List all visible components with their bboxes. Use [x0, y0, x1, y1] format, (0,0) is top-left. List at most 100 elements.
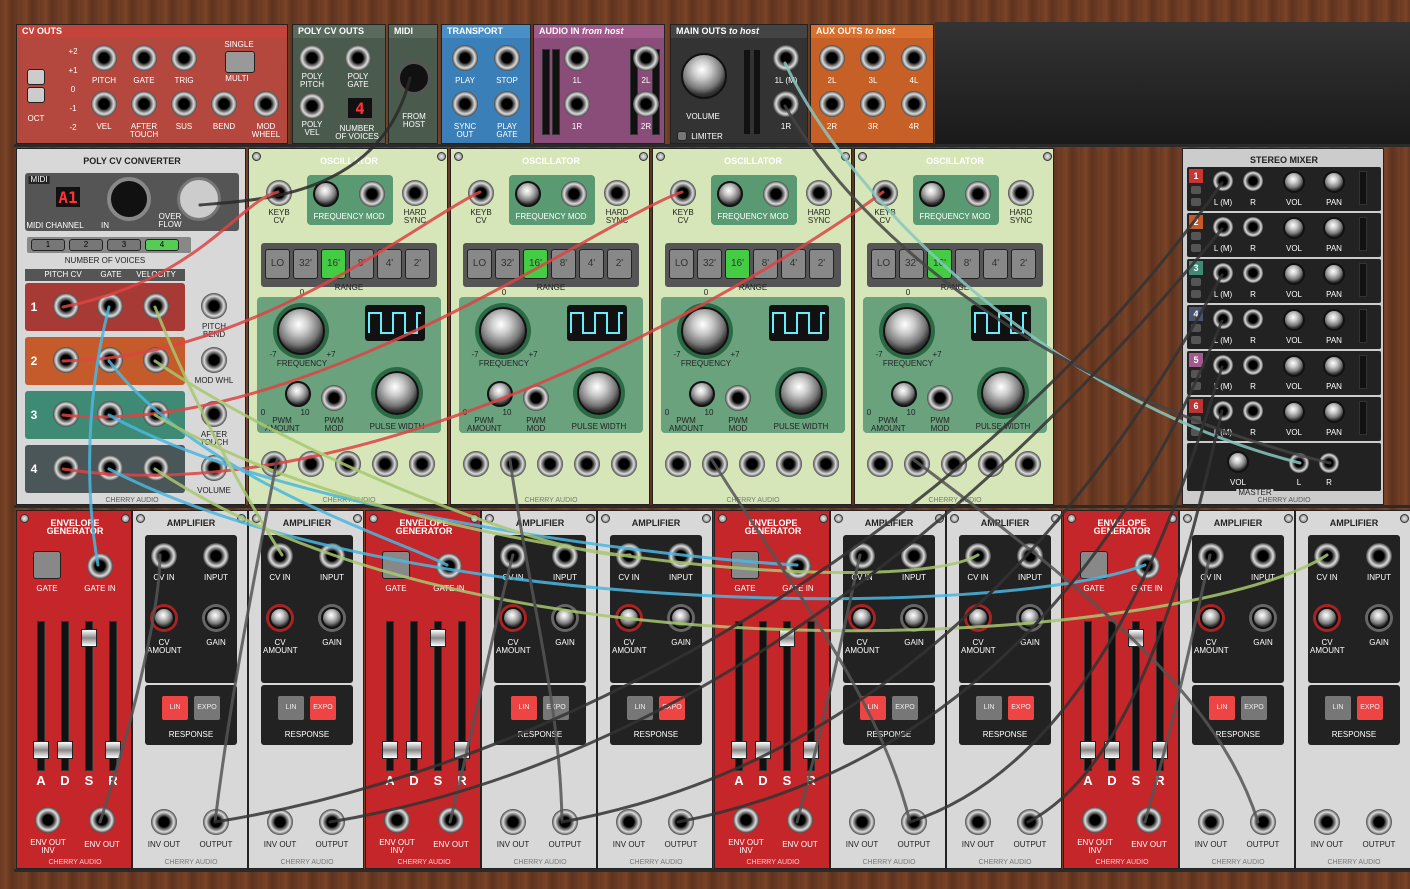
amp-cv-in-jack[interactable] — [1198, 543, 1224, 569]
mixer-pan-knob[interactable] — [1323, 217, 1345, 239]
solo-button[interactable] — [1190, 289, 1202, 299]
gate-in-jack[interactable] — [87, 553, 113, 579]
mixer-left-jack[interactable] — [1213, 263, 1233, 283]
voice-4-gate-jack[interactable] — [97, 455, 123, 481]
range-button[interactable]: 4' — [579, 249, 604, 279]
mixer-vol-knob[interactable] — [1283, 401, 1305, 423]
pwm-mod-jack[interactable] — [725, 385, 751, 411]
pitch-jack[interactable] — [91, 45, 117, 71]
wave-out-jack[interactable] — [409, 451, 435, 477]
mixer-left-jack[interactable] — [1213, 401, 1233, 421]
master-vol-knob[interactable] — [1227, 451, 1249, 473]
gate-button[interactable] — [33, 551, 61, 579]
wave-out-jack[interactable] — [372, 451, 398, 477]
expo-button[interactable]: EXPO — [1240, 695, 1268, 721]
gain-knob[interactable] — [321, 607, 343, 629]
solo-button[interactable] — [1190, 381, 1202, 391]
after-touch-jack[interactable] — [201, 401, 227, 427]
freq-mod-knob[interactable] — [717, 181, 743, 207]
solo-button[interactable] — [1190, 427, 1202, 437]
multi-label[interactable]: MULTI — [225, 75, 248, 83]
amp-output-jack[interactable] — [1017, 809, 1043, 835]
mixer-right-jack[interactable] — [1243, 309, 1263, 329]
wave-out-jack[interactable] — [1015, 451, 1041, 477]
mixer-right-jack[interactable] — [1243, 217, 1263, 237]
lin-button[interactable]: LIN — [1208, 695, 1236, 721]
pwm-mod-jack[interactable] — [523, 385, 549, 411]
range-button[interactable]: 4' — [983, 249, 1008, 279]
amp-output-jack[interactable] — [319, 809, 345, 835]
mixer-left-jack[interactable] — [1213, 355, 1233, 375]
aftertouch-jack[interactable] — [131, 91, 157, 117]
range-button[interactable]: 2' — [405, 249, 430, 279]
pwm-amount-knob[interactable] — [891, 381, 917, 407]
expo-button[interactable]: EXPO — [193, 695, 221, 721]
pulse-width-knob[interactable] — [375, 371, 419, 415]
voice-3-pitch-jack[interactable] — [53, 401, 79, 427]
main-out-1r-jack[interactable] — [773, 91, 799, 117]
aux-3r-jack[interactable] — [860, 91, 886, 117]
keyb-cv-jack[interactable] — [872, 180, 898, 206]
octave-minus2[interactable]: -2 — [69, 124, 76, 132]
mixer-pan-knob[interactable] — [1323, 263, 1345, 285]
mixer-pan-knob[interactable] — [1323, 309, 1345, 331]
mixer-right-jack[interactable] — [1243, 355, 1263, 375]
mixer-left-jack[interactable] — [1213, 217, 1233, 237]
adsr-fader[interactable] — [81, 629, 97, 647]
inv-out-jack[interactable] — [500, 809, 526, 835]
aux-3l-jack[interactable] — [860, 45, 886, 71]
adsr-fader[interactable] — [57, 741, 73, 759]
wave-out-jack[interactable] — [904, 451, 930, 477]
keyb-cv-jack[interactable] — [468, 180, 494, 206]
expo-button[interactable]: EXPO — [658, 695, 686, 721]
wave-out-jack[interactable] — [813, 451, 839, 477]
inv-out-jack[interactable] — [151, 809, 177, 835]
wave-out-jack[interactable] — [574, 451, 600, 477]
range-button[interactable]: 2' — [607, 249, 632, 279]
cv-amount-knob[interactable] — [1200, 607, 1222, 629]
mute-button[interactable] — [1190, 231, 1202, 241]
amp-output-jack[interactable] — [552, 809, 578, 835]
freq-mod-knob[interactable] — [515, 181, 541, 207]
master-r-jack[interactable] — [1319, 453, 1339, 473]
mute-button[interactable] — [1190, 185, 1202, 195]
range-button[interactable]: 16' — [321, 249, 346, 279]
voice-1-gate-jack[interactable] — [97, 293, 123, 319]
frequency-knob[interactable] — [277, 307, 325, 355]
gate-button[interactable] — [731, 551, 759, 579]
voice-4-velocity-jack[interactable] — [143, 455, 169, 481]
amp-cv-in-jack[interactable] — [267, 543, 293, 569]
sync-out-jack[interactable] — [452, 91, 478, 117]
play-gate-jack[interactable] — [494, 91, 520, 117]
octave-plus1[interactable]: +1 — [68, 67, 77, 75]
range-button[interactable]: 4' — [781, 249, 806, 279]
inv-out-jack[interactable] — [616, 809, 642, 835]
octave-down-button[interactable] — [27, 87, 45, 103]
lin-button[interactable]: LIN — [859, 695, 887, 721]
stop-jack[interactable] — [494, 45, 520, 71]
amp-cv-in-jack[interactable] — [849, 543, 875, 569]
octave-up-button[interactable] — [27, 69, 45, 85]
wave-out-jack[interactable] — [739, 451, 765, 477]
range-button[interactable]: 4' — [377, 249, 402, 279]
voices-3-button[interactable]: 3 — [107, 239, 141, 251]
poly-gate-jack[interactable] — [345, 45, 371, 71]
gain-knob[interactable] — [205, 607, 227, 629]
range-button[interactable]: 16' — [523, 249, 548, 279]
mixer-vol-knob[interactable] — [1283, 217, 1305, 239]
wave-out-jack[interactable] — [867, 451, 893, 477]
amp-output-jack[interactable] — [901, 809, 927, 835]
solo-button[interactable] — [1190, 197, 1202, 207]
mod-whl-jack[interactable] — [201, 347, 227, 373]
mute-button[interactable] — [1190, 323, 1202, 333]
audio-in-1l-jack[interactable] — [564, 45, 590, 71]
frequency-knob[interactable] — [883, 307, 931, 355]
env-out-jack[interactable] — [1136, 807, 1162, 833]
mute-button[interactable] — [1190, 277, 1202, 287]
mode-switch[interactable] — [225, 51, 255, 73]
gain-knob[interactable] — [1019, 607, 1041, 629]
amp-input-jack[interactable] — [552, 543, 578, 569]
range-button[interactable]: 32' — [697, 249, 722, 279]
pwm-amount-knob[interactable] — [487, 381, 513, 407]
pwm-amount-knob[interactable] — [689, 381, 715, 407]
